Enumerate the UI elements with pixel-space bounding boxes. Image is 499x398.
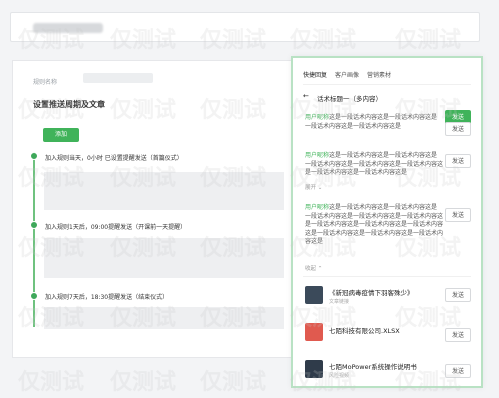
user-nickname-tag: 用户昵称: [305, 204, 330, 211]
timeline-dot: [30, 292, 38, 300]
send-button[interactable]: 发送: [445, 208, 471, 222]
timeline-item-3: 加入规则7天后，18:30提醒发送（结束仪式）: [45, 294, 169, 301]
rule-name-label: 规则名称: [33, 79, 58, 86]
section-heading: 设置推送周期及文章: [33, 100, 105, 109]
script-card-1: 用户昵称这是一段话术内容这是一段话术内容这是一段话术内容这是一段话术内容这是: [305, 114, 443, 131]
watermark: 仅测试: [200, 370, 267, 395]
file-subtitle: 风险视频: [329, 373, 350, 379]
send-button[interactable]: 发送: [445, 288, 471, 302]
tabs-divider: [303, 84, 471, 85]
top-bar-blurred-title: [33, 23, 103, 33]
document-file-icon: [305, 360, 323, 378]
user-nickname-tag: 用户昵称: [305, 114, 330, 121]
collapse-toggle[interactable]: 收起 ⌃: [305, 264, 322, 272]
timeline-item-1: 加入规则当天，0小时 已设置提醒发送（首篇仪式）: [45, 155, 183, 162]
timeline-item-1-content: [44, 172, 284, 210]
add-button[interactable]: 添加: [43, 128, 79, 142]
rule-name-input[interactable]: [83, 73, 153, 83]
script-card-2: 用户昵称这是一段话术内容这是一段话术内容这是一段话术内容这是一段话术内容这是一段…: [305, 152, 443, 178]
expand-toggle[interactable]: 展开 ⌄: [305, 183, 322, 191]
article-thumbnail-icon: [305, 286, 323, 304]
watermark: 仅测试: [18, 370, 85, 395]
timeline-item-2: 加入规则1天后，09:00提醒发送（开课前一天提醒）: [45, 224, 187, 231]
file-subtitle: 文章链接: [329, 299, 350, 305]
timeline-item-2-content: [44, 238, 284, 278]
watermark: 仅测试: [110, 370, 177, 395]
file-title: 七陌MoPower系统操作说明书: [329, 363, 417, 371]
spreadsheet-file-icon: [305, 323, 323, 341]
back-arrow-icon[interactable]: ←: [303, 92, 309, 100]
timeline-item-3-content: [44, 307, 284, 329]
user-nickname-tag: 用户昵称: [305, 152, 330, 159]
send-button[interactable]: 发送: [445, 364, 471, 378]
tab-quick-reply[interactable]: 快捷回复: [303, 70, 327, 79]
tab-marketing-material[interactable]: 营销素材: [367, 70, 391, 79]
side-panel: 快捷回复 客户画像 营销素材 ← 话术标题一（多内容） 用户昵称这是一段话术内容…: [291, 56, 483, 388]
script-card-3: 用户昵称这是一段话术内容这是一段话术内容这是一段话术内容这是一段话术内容这是一段…: [305, 204, 443, 247]
send-button[interactable]: 发送: [445, 154, 471, 168]
timeline-dot: [30, 221, 38, 229]
side-tabs: 快捷回复 客户画像 营销素材: [303, 70, 391, 79]
tab-customer-profile[interactable]: 客户画像: [335, 70, 359, 79]
file-title: 《新冠病毒疫情下羽客殊少》: [329, 289, 414, 297]
send-button-secondary[interactable]: 发送: [445, 122, 471, 136]
timeline-dot: [30, 152, 38, 160]
send-button[interactable]: 发送: [445, 328, 471, 342]
section-divider: [303, 276, 471, 277]
top-bar: [10, 12, 480, 42]
file-title: 七陌科技有限公司.XLSX: [329, 327, 400, 335]
timeline-line: [33, 152, 35, 327]
script-title: 话术标题一（多内容）: [317, 95, 382, 103]
